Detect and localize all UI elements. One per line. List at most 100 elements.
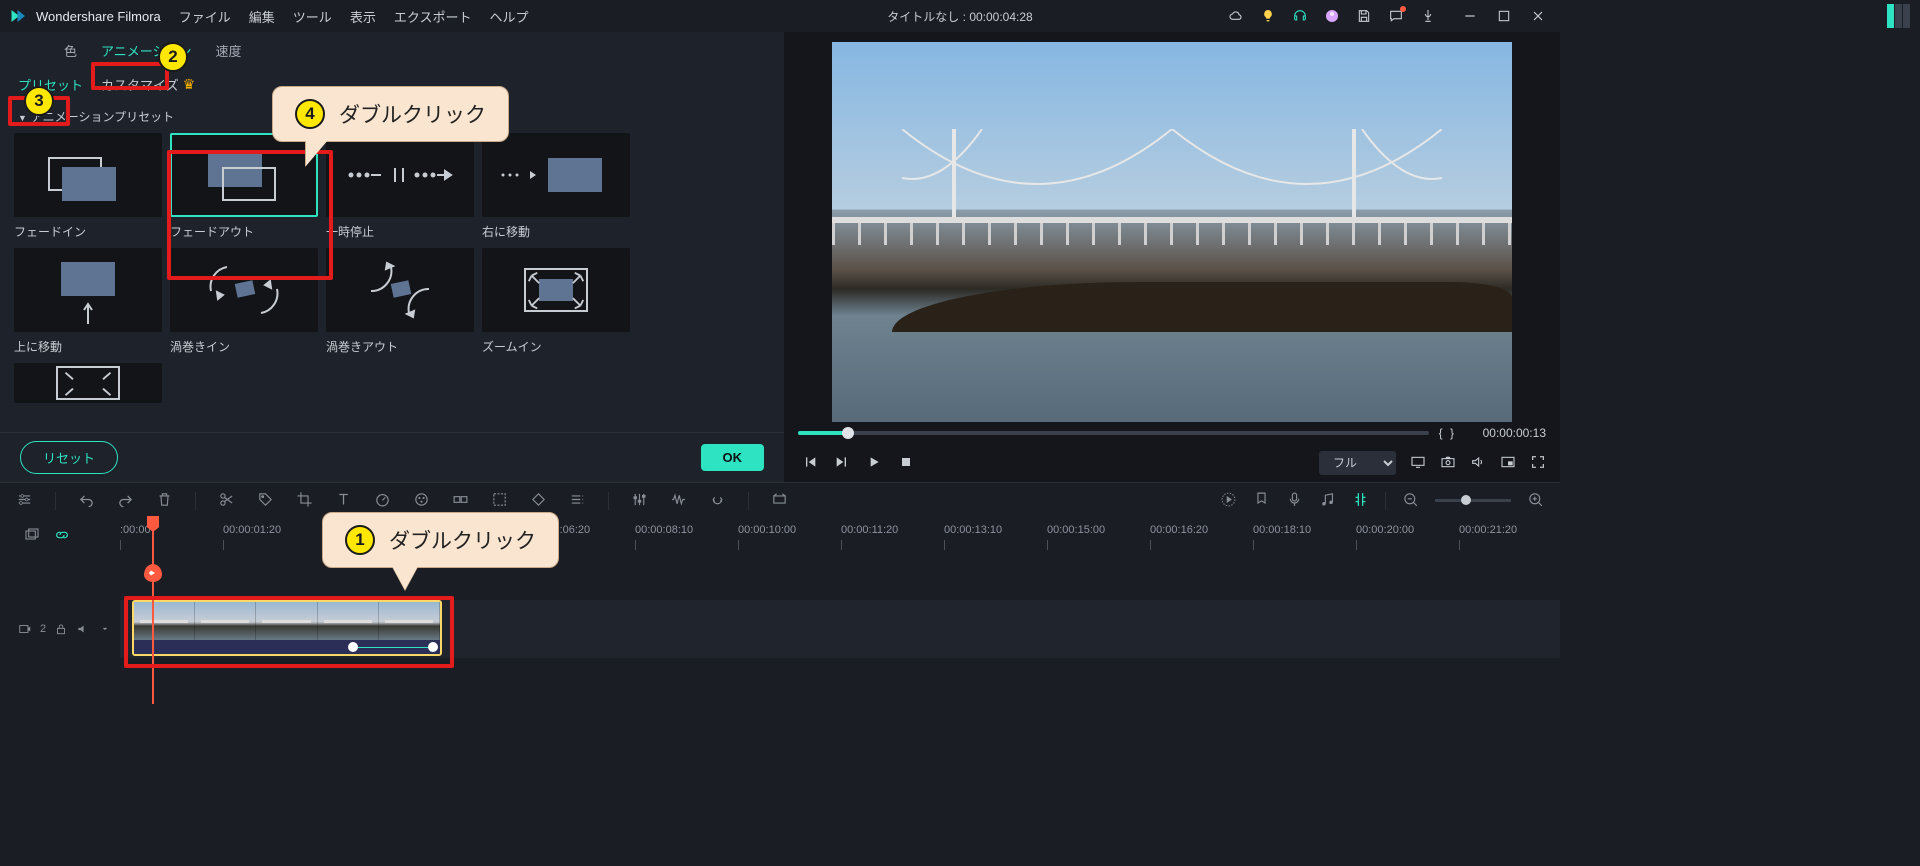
- ruler-tick: 00:00:13:10: [944, 524, 1002, 536]
- tab-speed[interactable]: 速度: [210, 37, 248, 66]
- video-track-icon: [18, 622, 32, 636]
- ruler-tick: 00:00:18:10: [1253, 524, 1311, 536]
- tl-marker-icon[interactable]: [1253, 491, 1270, 511]
- preset-spiral-out[interactable]: 渦巻きアウト: [326, 248, 474, 355]
- annotation-hint-4: 4ダブルクリック: [272, 86, 509, 142]
- delete-icon[interactable]: [156, 491, 173, 511]
- preset-move-right[interactable]: 右に移動: [482, 133, 630, 240]
- window-maximize-icon[interactable]: [1496, 8, 1512, 24]
- preview-quality-select[interactable]: フル: [1319, 451, 1396, 475]
- ruler-tick: 00:00:20:00: [1356, 524, 1414, 536]
- tl-mic-icon[interactable]: [1286, 491, 1303, 511]
- snap-icon[interactable]: [1352, 491, 1369, 511]
- window-minimize-icon[interactable]: [1462, 8, 1478, 24]
- save-icon[interactable]: [1356, 8, 1372, 24]
- audio-wave-icon[interactable]: [670, 491, 687, 511]
- preset-fade-in[interactable]: フェードイン: [14, 133, 162, 240]
- ruler-tick: 00:00:15:00: [1047, 524, 1105, 536]
- preview-viewport[interactable]: [832, 42, 1512, 422]
- link-icon[interactable]: [54, 527, 70, 546]
- menu-help[interactable]: ヘルプ: [489, 7, 528, 26]
- tune-icon[interactable]: [16, 491, 33, 511]
- split-icon[interactable]: [218, 491, 235, 511]
- timeline-view-mode[interactable]: [1887, 4, 1910, 28]
- preset-pause[interactable]: 一時停止: [326, 133, 474, 240]
- menu-export[interactable]: エクスポート: [394, 7, 472, 26]
- redo-icon[interactable]: [117, 491, 134, 511]
- menu-tools[interactable]: ツール: [293, 7, 332, 26]
- preview-scrubber[interactable]: { } 00:00:00:13: [784, 422, 1560, 445]
- timeline-toolbar: [0, 482, 1560, 518]
- more-icon[interactable]: [569, 491, 586, 511]
- keyframe-icon[interactable]: [530, 491, 547, 511]
- transition-icon[interactable]: [452, 491, 469, 511]
- color-icon[interactable]: [413, 491, 430, 511]
- annotation-badge-3: 3: [24, 86, 54, 116]
- ruler-tick: 00:00:11:20: [841, 524, 898, 536]
- app-logo-icon: [10, 7, 28, 25]
- ruler-tick: 00:00:16:20: [1150, 524, 1208, 536]
- preset-zoom-in[interactable]: ズームイン: [482, 248, 630, 355]
- menu-view[interactable]: 表示: [350, 7, 376, 26]
- nest-icon[interactable]: [24, 527, 40, 546]
- menubar: ファイル 編集 ツール 表示 エクスポート ヘルプ: [179, 7, 529, 26]
- track-header[interactable]: 2: [0, 622, 120, 636]
- annotation-hint-1: 1ダブルクリック: [322, 512, 559, 568]
- preset-label: フェードイン: [14, 223, 162, 240]
- annotation-box-4: [167, 150, 333, 280]
- marker-brackets[interactable]: { }: [1439, 426, 1456, 440]
- menu-edit[interactable]: 編集: [249, 7, 275, 26]
- text-icon[interactable]: [335, 491, 352, 511]
- ok-button[interactable]: OK: [701, 444, 765, 471]
- snapshot-icon[interactable]: [1440, 454, 1456, 473]
- fullscreen-icon[interactable]: [1530, 454, 1546, 473]
- record-icon[interactable]: [1420, 8, 1436, 24]
- preview-volume-icon[interactable]: [1470, 454, 1486, 473]
- step-forward-icon[interactable]: [834, 454, 850, 473]
- preset-label: 一時停止: [326, 223, 474, 240]
- tag-icon[interactable]: [257, 491, 274, 511]
- ruler-tick: 00:00:01:20: [223, 524, 281, 536]
- speed-icon[interactable]: [374, 491, 391, 511]
- preset-zoom-out-partial[interactable]: [14, 363, 162, 403]
- greenscreen-icon[interactable]: [491, 491, 508, 511]
- reset-button[interactable]: リセット: [20, 441, 118, 474]
- tl-play-icon[interactable]: [1220, 491, 1237, 511]
- play-icon[interactable]: [866, 454, 882, 473]
- tab-color[interactable]: 色: [58, 37, 83, 66]
- titlebar: Wondershare Filmora ファイル 編集 ツール 表示 エクスポー…: [0, 0, 1560, 32]
- ruler-tick: :00:00: [120, 524, 151, 536]
- render-icon[interactable]: [771, 491, 788, 511]
- preview-panel: { } 00:00:00:13 フル: [784, 32, 1560, 482]
- app-name: Wondershare Filmora: [36, 9, 161, 24]
- tl-music-icon[interactable]: [1319, 491, 1336, 511]
- crop-icon[interactable]: [296, 491, 313, 511]
- track-volume-icon[interactable]: [76, 622, 90, 636]
- idea-icon[interactable]: [1260, 8, 1276, 24]
- lock-icon[interactable]: [54, 622, 68, 636]
- mixer-icon[interactable]: [631, 491, 648, 511]
- undo-icon[interactable]: [78, 491, 95, 511]
- preset-move-up[interactable]: 上に移動: [14, 248, 162, 355]
- step-back-icon[interactable]: [802, 454, 818, 473]
- avatar-icon[interactable]: [1324, 8, 1340, 24]
- window-close-icon[interactable]: [1530, 8, 1546, 24]
- ruler-tick: 00:00:10:00: [738, 524, 796, 536]
- audio-sync-icon[interactable]: [709, 491, 726, 511]
- message-icon[interactable]: [1388, 8, 1404, 24]
- zoom-out-icon[interactable]: [1402, 491, 1419, 511]
- collapse-icon[interactable]: [98, 622, 112, 636]
- pip-icon[interactable]: [1500, 454, 1516, 473]
- stop-icon[interactable]: [898, 454, 914, 473]
- inspector-panel: 色 アニメーション 速度 プリセット カスタマイズ ♛ ▼アニメーションプリセッ…: [0, 32, 784, 482]
- menu-file[interactable]: ファイル: [179, 7, 231, 26]
- transport-bar: フル: [784, 445, 1560, 483]
- cloud-icon[interactable]: [1228, 8, 1244, 24]
- zoom-in-icon[interactable]: [1527, 491, 1544, 511]
- preset-label: 上に移動: [14, 338, 162, 355]
- ruler-tick: 00:00:21:20: [1459, 524, 1517, 536]
- support-icon[interactable]: [1292, 8, 1308, 24]
- display-out-icon[interactable]: [1410, 454, 1426, 473]
- titlebar-actions: [1228, 8, 1546, 24]
- zoom-slider[interactable]: [1435, 499, 1511, 502]
